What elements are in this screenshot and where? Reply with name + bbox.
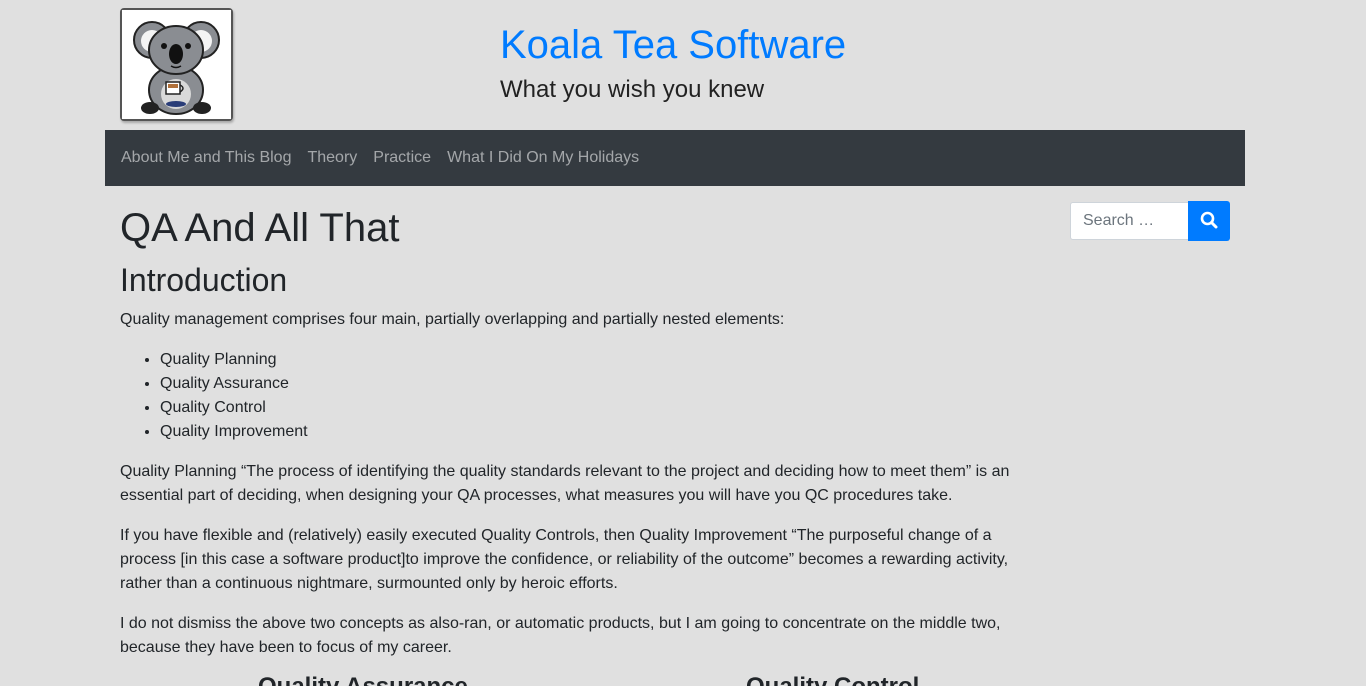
list-item: Quality Control <box>160 396 1020 420</box>
paragraph-focus: I do not dismiss the above two concepts … <box>120 615 1001 656</box>
article-content: QA And All That Introduction Quality man… <box>120 196 1020 676</box>
list-item: Quality Improvement <box>160 420 1020 444</box>
site-header: Koala Tea Software What you wish you kne… <box>0 0 1366 130</box>
subhead-quality-assurance: Quality Assurance <box>258 672 468 686</box>
quality-elements-list: Quality Planning Quality Assurance Quali… <box>120 348 1020 444</box>
list-item: Quality Assurance <box>160 372 1020 396</box>
nav-item-practice[interactable]: Practice <box>365 149 439 167</box>
search-input[interactable] <box>1070 202 1188 240</box>
search-icon <box>1200 211 1218 232</box>
page-title: QA And All That <box>120 206 400 250</box>
section-title: Introduction <box>120 262 288 298</box>
column-subheads: Quality Assurance Quality Control <box>0 672 1366 686</box>
nav-item-theory[interactable]: Theory <box>299 149 365 167</box>
list-item: Quality Planning <box>160 348 1020 372</box>
site-title-link[interactable]: Koala Tea Software <box>500 20 846 70</box>
site-tagline: What you wish you knew <box>500 76 765 103</box>
paragraph-quality-planning: Quality Planning “The process of identif… <box>120 463 1010 504</box>
paragraph-quality-improvement: If you have flexible and (relatively) ea… <box>120 527 1009 592</box>
nav-item-about[interactable]: About Me and This Blog <box>113 149 299 167</box>
search-button[interactable] <box>1188 201 1230 241</box>
search-form <box>1070 201 1230 241</box>
intro-paragraph: Quality management comprises four main, … <box>120 311 785 328</box>
koala-logo-icon[interactable] <box>120 8 233 121</box>
subhead-quality-control: Quality Control <box>746 672 919 686</box>
main-navbar: About Me and This Blog Theory Practice W… <box>105 130 1245 186</box>
nav-item-holidays[interactable]: What I Did On My Holidays <box>439 149 647 167</box>
